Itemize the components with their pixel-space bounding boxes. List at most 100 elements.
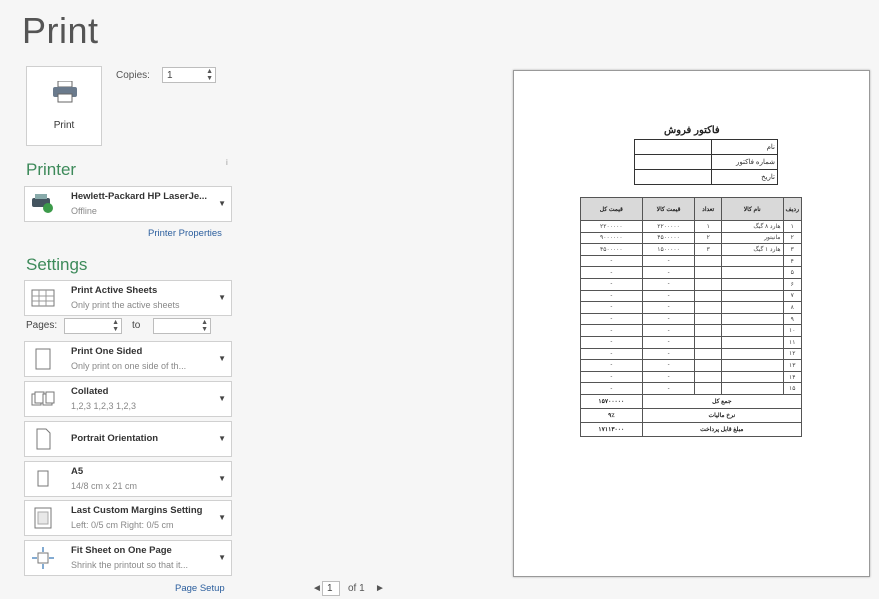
table-row: -- ۸ [580, 301, 802, 314]
collation-title: Collated [71, 386, 109, 397]
column-header: نام کالا [720, 197, 784, 221]
printer-properties-link[interactable]: Printer Properties [148, 228, 222, 239]
pages-from-input[interactable]: ▲ ▼ [64, 318, 122, 334]
cell-name: هارد ۸ گیگ [720, 220, 784, 233]
chevron-down-icon: ▼ [218, 293, 226, 302]
info-value [633, 139, 713, 155]
orientation-title: Portrait Orientation [71, 433, 159, 444]
pages-to-stepper-icon[interactable]: ▲ ▼ [201, 319, 208, 333]
cell-name [720, 382, 784, 395]
chevron-down-icon: ▼ [218, 474, 226, 483]
chevron-down-icon: ▼ [218, 553, 226, 562]
one-sided-icon [35, 348, 51, 370]
chevron-down-icon: ▼ [218, 354, 226, 363]
margins-dropdown[interactable]: Last Custom Margins Setting Left: 0/5 cm… [24, 500, 232, 536]
table-row: -- ۶ [580, 277, 802, 291]
sides-sub: Only print on one side of th... [71, 361, 187, 371]
cell-n: ۳ [782, 243, 802, 256]
cell-total: - [580, 382, 643, 395]
collation-sub: 1,2,3 1,2,3 1,2,3 [71, 401, 137, 411]
cell-n: ۱۲ [782, 347, 802, 361]
column-header: ردیف [782, 197, 802, 221]
current-page: 1 [327, 583, 333, 594]
collated-icon [31, 391, 55, 406]
cell-n: ۸ [782, 301, 802, 314]
printer-dropdown[interactable]: Hewlett-Packard HP LaserJe... Offline ▼ [24, 186, 232, 222]
info-icon[interactable]: i [226, 158, 228, 167]
print-what-title: Print Active Sheets [71, 285, 158, 296]
info-label: شماره فاکتور [711, 154, 778, 170]
table-row: - - ۱۵ [580, 382, 802, 395]
print-what-dropdown[interactable]: Print Active Sheets Only print the activ… [24, 280, 232, 316]
table-row: -- ۴ [580, 254, 802, 268]
cell-qty [694, 382, 722, 395]
sides-dropdown[interactable]: Print One Sided Only print on one side o… [24, 341, 232, 377]
prev-page-icon[interactable]: ◄ [312, 583, 322, 594]
chevron-down-icon: ▼ [218, 199, 226, 208]
table-row: - - ۱۲ [580, 347, 802, 361]
summary-label: مبلغ قابل پرداخت [641, 421, 803, 437]
paper-size-dropdown[interactable]: A5 14/8 cm x 21 cm ▼ [24, 461, 232, 497]
cell-price: ۱۵۰۰۰۰۰ [641, 243, 696, 256]
cell-qty [694, 370, 722, 384]
cell-qty [694, 277, 722, 291]
table-row: ۴۵۰۰۰۰۰ ۱۵۰۰۰۰۰ ۳ هارد ۱ گیگ ۳ [580, 243, 802, 256]
cell-name [720, 312, 784, 326]
cell-price: - [641, 324, 696, 337]
table-row: ۹۰۰۰۰۰۰ ۴۵۰۰۰۰۰ ۲ مانیتور ۲ [580, 231, 802, 245]
cell-n: ۴ [782, 254, 802, 268]
copies-stepper-icon[interactable]: ▲ ▼ [206, 68, 213, 82]
cell-n: ۵ [782, 266, 802, 279]
print-preview: فاکتور فروش نام شماره فاکتور تاریخ قیمت کل… [513, 70, 870, 577]
cell-n: ۱۰ [782, 324, 802, 337]
table-row: -- ۹ [580, 312, 802, 326]
cell-price: ۴۵۰۰۰۰۰ [641, 231, 696, 245]
cell-total: - [580, 312, 643, 326]
page-setup-link[interactable]: Page Setup [175, 583, 225, 594]
cell-total: - [580, 359, 643, 372]
print-what-sub: Only print the active sheets [71, 300, 180, 310]
printer-offline-icon [32, 194, 53, 213]
cell-qty [694, 347, 722, 361]
cell-qty [694, 359, 722, 372]
summary-row: ۱۵۷۰۰۰۰۰ جمع کل [580, 393, 803, 409]
cell-n: ۱۵ [782, 382, 802, 395]
summary-row: ۹٪ نرخ مالیات [580, 407, 803, 423]
printer-section-title: Printer [26, 160, 77, 179]
cell-qty [694, 301, 722, 314]
pages-to-input[interactable]: ▲ ▼ [153, 318, 211, 334]
cell-total: ۹۰۰۰۰۰۰ [580, 231, 643, 245]
pages-from-stepper-icon[interactable]: ▲ ▼ [112, 319, 119, 333]
printer-icon [53, 81, 77, 103]
settings-section-title: Settings [26, 255, 88, 274]
to-label: to [132, 320, 141, 331]
table-row: -- ۷ [580, 289, 802, 303]
chevron-down-icon: ▼ [218, 434, 226, 443]
chevron-down-icon: ▼ [218, 513, 226, 522]
print-button-label: Print [53, 120, 75, 131]
scaling-dropdown[interactable]: Fit Sheet on One Page Shrink the printou… [24, 540, 232, 576]
column-header: قیمت کل [580, 197, 643, 221]
cell-price: - [641, 289, 696, 303]
margins-title: Last Custom Margins Setting [71, 505, 203, 516]
scaling-icon [32, 547, 54, 569]
paper-size-icon [37, 470, 49, 487]
cell-price: - [641, 347, 696, 361]
column-header: قیمت کالا [641, 197, 696, 221]
cell-qty [694, 266, 722, 279]
cell-name: هارد ۱ گیگ [720, 243, 784, 256]
next-page-icon[interactable]: ► [375, 583, 385, 594]
print-button[interactable]: Print [26, 66, 102, 146]
cell-total: - [580, 370, 643, 384]
table-row: - - ۱۳ [580, 359, 802, 372]
page-number-input[interactable]: 1 [322, 581, 340, 596]
collation-dropdown[interactable]: Collated 1,2,3 1,2,3 1,2,3 ▼ [24, 381, 232, 417]
cell-total: - [580, 335, 643, 349]
cell-name [720, 254, 784, 268]
summary-label: نرخ مالیات [641, 407, 803, 423]
cell-n: ۱۴ [782, 370, 802, 384]
cell-total: - [580, 301, 643, 314]
copies-input[interactable]: 1 ▲ ▼ [162, 67, 216, 83]
info-label: نام [711, 139, 778, 155]
orientation-dropdown[interactable]: Portrait Orientation ▼ [24, 421, 232, 457]
